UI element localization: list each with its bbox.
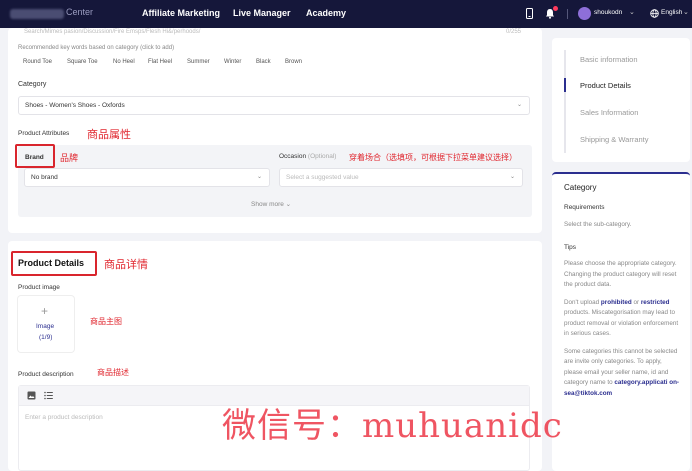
nav-affiliate-marketing[interactable]: Affiliate Marketing <box>142 8 220 18</box>
product-name-counter: 0/255 <box>506 29 522 35</box>
image-count: (1/9) <box>39 334 53 341</box>
phone-icon[interactable] <box>526 8 533 19</box>
keyword-chip[interactable]: Black <box>253 57 274 67</box>
annotation-description-cn: 商品描述 <box>97 368 129 377</box>
help-title: Category <box>564 183 597 192</box>
step-shipping-warranty[interactable]: Shipping & Warranty <box>580 135 649 144</box>
steps-track <box>564 50 566 153</box>
description-placeholder: Enter a product description <box>25 414 103 421</box>
help-requirements-title: Requirements <box>564 204 605 211</box>
keyword-chip[interactable]: Flat Heel <box>145 57 175 67</box>
brand-name-partial: Center <box>66 7 94 17</box>
keyword-chip[interactable]: Summer <box>184 57 213 67</box>
annotation-details-cn: 商品详情 <box>104 259 148 271</box>
occasion-placeholder: Select a suggested value <box>286 174 359 181</box>
product-details-title: Product Details <box>18 258 85 268</box>
brand-value: No brand <box>31 174 58 181</box>
nav-divider <box>567 9 568 19</box>
annotation-brand-cn: 品牌 <box>60 153 79 163</box>
annotation-occasion-cn: 穿着场合（选填项，可根据下拉菜单建议选择） <box>349 153 517 162</box>
category-label: Category <box>18 81 47 88</box>
keyword-chip[interactable]: Square Toe <box>64 57 101 67</box>
chevron-down-icon: ⌄ <box>256 174 262 180</box>
help-requirements-text: Select the sub-category. <box>564 221 632 228</box>
image-upload-label: Image <box>36 323 55 330</box>
brand-logo[interactable]: Center <box>10 7 93 21</box>
language-selector[interactable]: English <box>661 9 682 16</box>
keyword-hint: Recommended key words based on category … <box>18 45 175 51</box>
user-name[interactable]: shoukodn <box>594 9 622 16</box>
step-basic-information[interactable]: Basic information <box>580 55 638 64</box>
plus-icon: + <box>41 304 49 318</box>
category-select[interactable]: Shoes - Women's Shoes - Oxfords ⌄ <box>18 96 530 115</box>
annotation-attributes-cn: 商品属性 <box>87 129 131 141</box>
help-tips: Please choose the appropriate category. … <box>564 259 680 399</box>
product-description-label: Product description <box>18 371 74 378</box>
product-name-overflow[interactable]: Search/Mimes pasion/Discussion/Fire Emsp… <box>24 29 200 35</box>
prohibited-link[interactable]: prohibited <box>601 299 632 306</box>
category-value: Shoes - Women's Shoes - Oxfords <box>25 102 125 109</box>
image-insert-icon[interactable] <box>27 391 36 400</box>
top-nav: Center Affiliate Marketing Live Manager … <box>0 0 692 28</box>
product-attributes-label: Product Attributes <box>18 130 70 137</box>
image-upload-box[interactable]: + Image (1/9) <box>18 296 74 352</box>
watermark-text: 微信号：muhuanidc <box>222 406 563 446</box>
chevron-down-icon: ⌄ <box>516 102 522 108</box>
nav-academy[interactable]: Academy <box>306 8 346 18</box>
notification-dot <box>553 6 558 11</box>
language-chevron-icon[interactable]: ⌄ <box>683 8 689 16</box>
occasion-select[interactable]: Select a suggested value ⌄ <box>279 168 523 187</box>
brand-select[interactable]: No brand ⌄ <box>24 168 270 187</box>
occasion-optional: (Optional) <box>307 153 337 160</box>
nav-live-manager[interactable]: Live Manager <box>233 8 291 18</box>
list-icon[interactable] <box>44 391 53 400</box>
keyword-chip[interactable]: No Heel <box>110 57 138 67</box>
chevron-down-icon: ⌄ <box>509 174 515 180</box>
keyword-chip[interactable]: Winter <box>221 57 244 67</box>
show-more-link[interactable]: Show more ⌄ <box>251 200 291 208</box>
keyword-chip[interactable]: Brown <box>282 57 305 67</box>
annotation-image-cn: 商品主图 <box>90 317 122 326</box>
step-product-details[interactable]: Product Details <box>580 81 631 90</box>
brand-label: Brand <box>25 154 44 161</box>
help-tips-title: Tips <box>564 244 577 251</box>
keyword-chip[interactable]: Round Toe <box>20 57 55 67</box>
globe-icon[interactable] <box>650 9 659 18</box>
product-image-label: Product image <box>18 284 60 291</box>
restricted-link[interactable]: restricted <box>641 299 670 306</box>
tip-invite-only: Some categories this cannot be selected … <box>564 347 680 397</box>
logo-blurred <box>10 9 64 19</box>
step-sales-information[interactable]: Sales Information <box>580 108 638 117</box>
tip-prohibited: Don't upload prohibited or restricted pr… <box>564 298 679 338</box>
tip-category-change: Please choose the appropriate category. … <box>564 260 677 288</box>
steps-active-indicator <box>564 78 566 92</box>
occasion-label: Occasion (Optional) <box>279 153 337 160</box>
avatar[interactable] <box>578 7 591 20</box>
chevron-down-icon[interactable]: ⌄ <box>629 8 635 16</box>
